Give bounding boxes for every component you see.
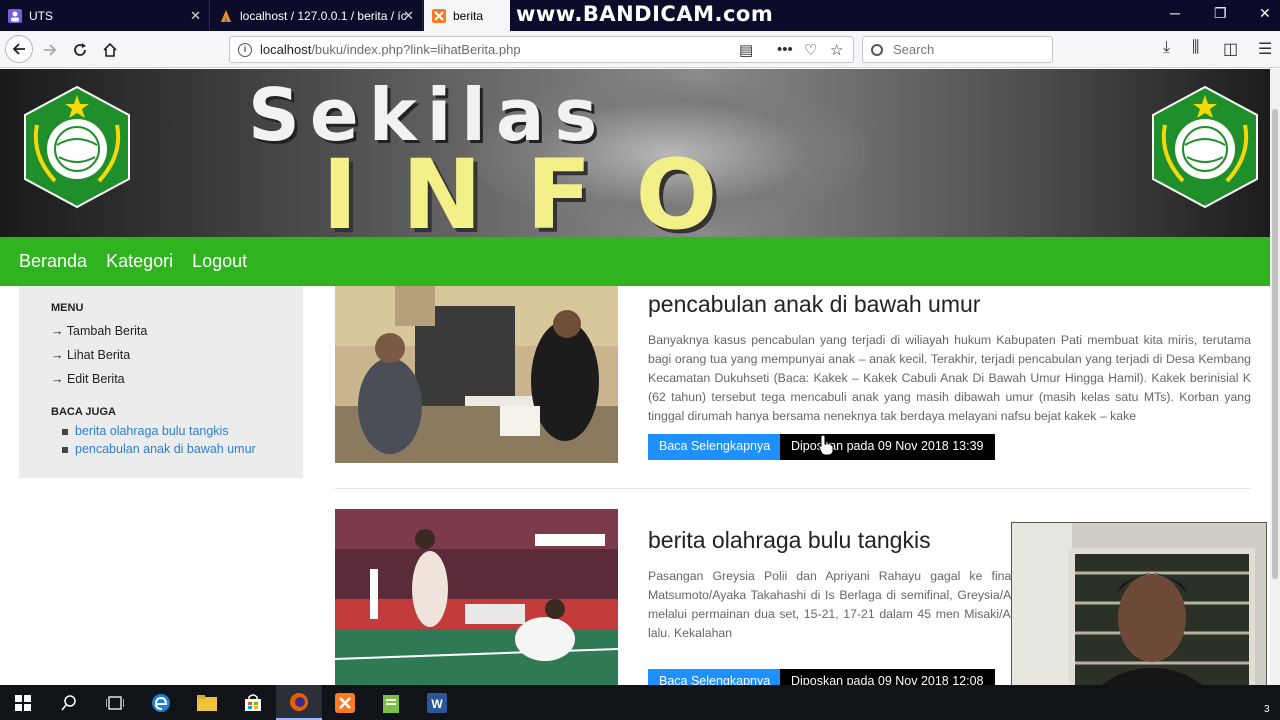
- notepad-icon: [383, 694, 399, 713]
- tab-berita[interactable]: berita ✕: [424, 0, 510, 31]
- post-date-badge: Diposkan pada 09 Nov 2018 13:39: [780, 434, 995, 460]
- close-icon[interactable]: ✕: [190, 8, 201, 24]
- user-icon: [8, 8, 22, 23]
- related-link[interactable]: berita olahraga bulu tangkis: [62, 424, 303, 438]
- task-view-button[interactable]: [92, 685, 138, 720]
- minimize-icon[interactable]: ─: [1170, 5, 1180, 21]
- search-icon: [61, 694, 76, 710]
- university-logo-icon: [24, 85, 130, 209]
- related-link[interactable]: pencabulan anak di bawah umur: [62, 442, 303, 456]
- search-placeholder: Search: [893, 42, 935, 57]
- article-photo: [335, 509, 618, 685]
- bookmark-star-icon[interactable]: ☆: [830, 41, 843, 59]
- notepad-app-button[interactable]: [368, 685, 414, 720]
- page-actions-icon[interactable]: •••: [777, 41, 793, 58]
- related-heading: BACA JUGA: [51, 406, 116, 418]
- close-icon[interactable]: ✕: [403, 8, 414, 24]
- read-more-button[interactable]: Baca Selengkapnya: [648, 669, 782, 685]
- task-view-icon: [106, 695, 124, 710]
- word-app-button[interactable]: W: [414, 685, 460, 720]
- article-title[interactable]: berita olahraga bulu tangkis: [648, 527, 931, 554]
- word-icon: W: [427, 692, 447, 713]
- university-logo-icon: [1152, 85, 1258, 209]
- nav-beranda[interactable]: Beranda: [19, 251, 87, 272]
- sidebar: MENU → Tambah Berita → Lihat Berita → Ed…: [19, 286, 303, 478]
- reader-view-icon[interactable]: ▤: [739, 41, 753, 59]
- url-host: localhost: [260, 42, 312, 57]
- search-input[interactable]: Search: [862, 36, 1053, 63]
- article-divider: [335, 488, 1251, 489]
- folder-icon: [197, 694, 217, 711]
- sidebar-link-lihat-berita[interactable]: → Lihat Berita: [51, 348, 303, 362]
- back-button[interactable]: [5, 35, 33, 63]
- edge-app-button[interactable]: [138, 685, 184, 720]
- menu-heading: MENU: [51, 302, 84, 314]
- forward-button[interactable]: [38, 38, 62, 62]
- edge-icon: [152, 693, 170, 712]
- article-title[interactable]: pencabulan anak di bawah umur: [648, 291, 980, 318]
- nav-kategori[interactable]: Kategori: [106, 251, 173, 272]
- close-window-icon[interactable]: ✕: [1259, 5, 1271, 22]
- sidebar-link-tambah-berita[interactable]: → Tambah Berita: [51, 324, 303, 338]
- windows-logo-icon: [15, 694, 31, 711]
- firefox-icon: [290, 692, 308, 711]
- xampp-icon: [432, 8, 446, 23]
- site-banner: Sekilas INFO: [0, 69, 1270, 237]
- svg-text:W: W: [431, 697, 443, 711]
- tab-label: UTS: [29, 8, 53, 23]
- navigation-toolbar: i localhost/buku/index.php?link=lihatBer…: [0, 31, 1280, 68]
- xampp-icon: [335, 692, 355, 713]
- home-button[interactable]: [98, 38, 122, 62]
- phpmyadmin-icon: [221, 9, 231, 22]
- info-icon[interactable]: i: [238, 42, 252, 57]
- start-button[interactable]: [0, 685, 46, 720]
- recorder-watermark: www.BANDICAM.com: [516, 2, 774, 26]
- search-icon: [871, 43, 883, 56]
- firefox-app-button[interactable]: [276, 685, 322, 720]
- restore-icon[interactable]: ❐: [1214, 5, 1227, 22]
- tray-text: 3: [1264, 704, 1270, 715]
- pocket-icon[interactable]: ♡: [804, 41, 817, 59]
- library-icon[interactable]: ⫼: [1192, 39, 1199, 57]
- store-bag-icon: [245, 693, 261, 711]
- hand-cursor-icon: [818, 434, 834, 456]
- file-explorer-button[interactable]: [184, 685, 230, 720]
- article-excerpt: Banyaknya kasus pencabulan yang terjadi …: [648, 333, 1251, 423]
- reload-icon: [74, 43, 86, 56]
- os-taskbar: W 3: [0, 685, 1280, 720]
- read-more-button[interactable]: Baca Selengkapnya: [648, 434, 782, 460]
- related-list: berita olahraga bulu tangkis pencabulan …: [51, 424, 303, 456]
- arrow-right-icon: [44, 44, 57, 56]
- scrollbar-thumb[interactable]: [1272, 109, 1278, 579]
- home-icon: [103, 42, 117, 57]
- xampp-app-button[interactable]: [322, 685, 368, 720]
- sidebar-icon[interactable]: ◫: [1223, 39, 1238, 59]
- tab-phpmyadmin[interactable]: localhost / 127.0.0.1 / berita / íc ✕: [211, 0, 423, 31]
- post-date-badge: Diposkan pada 09 Nov 2018 12:08: [780, 669, 995, 685]
- reload-button[interactable]: [68, 38, 92, 62]
- tab-uts[interactable]: UTS ✕: [0, 0, 210, 31]
- arrow-left-icon: [12, 43, 25, 55]
- download-icon[interactable]: ⤓: [1163, 39, 1170, 57]
- main-nav: Beranda Kategori Logout: [0, 237, 1270, 286]
- tab-label: localhost / 127.0.0.1 / berita / íc: [240, 8, 407, 23]
- nav-logout[interactable]: Logout: [192, 251, 247, 272]
- taskbar-search-button[interactable]: [46, 685, 92, 720]
- url-path: /buku/index.php?link=lihatBerita.php: [311, 42, 521, 57]
- banner-title-bottom: INFO: [322, 139, 762, 237]
- menu-icon[interactable]: ☰: [1258, 39, 1272, 59]
- tab-label: berita: [453, 8, 484, 23]
- address-bar[interactable]: i localhost/buku/index.php?link=lihatBer…: [229, 36, 854, 63]
- browser-tab-strip: UTS ✕ localhost / 127.0.0.1 / berita / í…: [0, 0, 1280, 31]
- page-scrollbar[interactable]: [1270, 69, 1280, 685]
- article-photo: [335, 286, 618, 463]
- store-app-button[interactable]: [230, 685, 276, 720]
- sidebar-link-edit-berita[interactable]: → Edit Berita: [51, 372, 303, 386]
